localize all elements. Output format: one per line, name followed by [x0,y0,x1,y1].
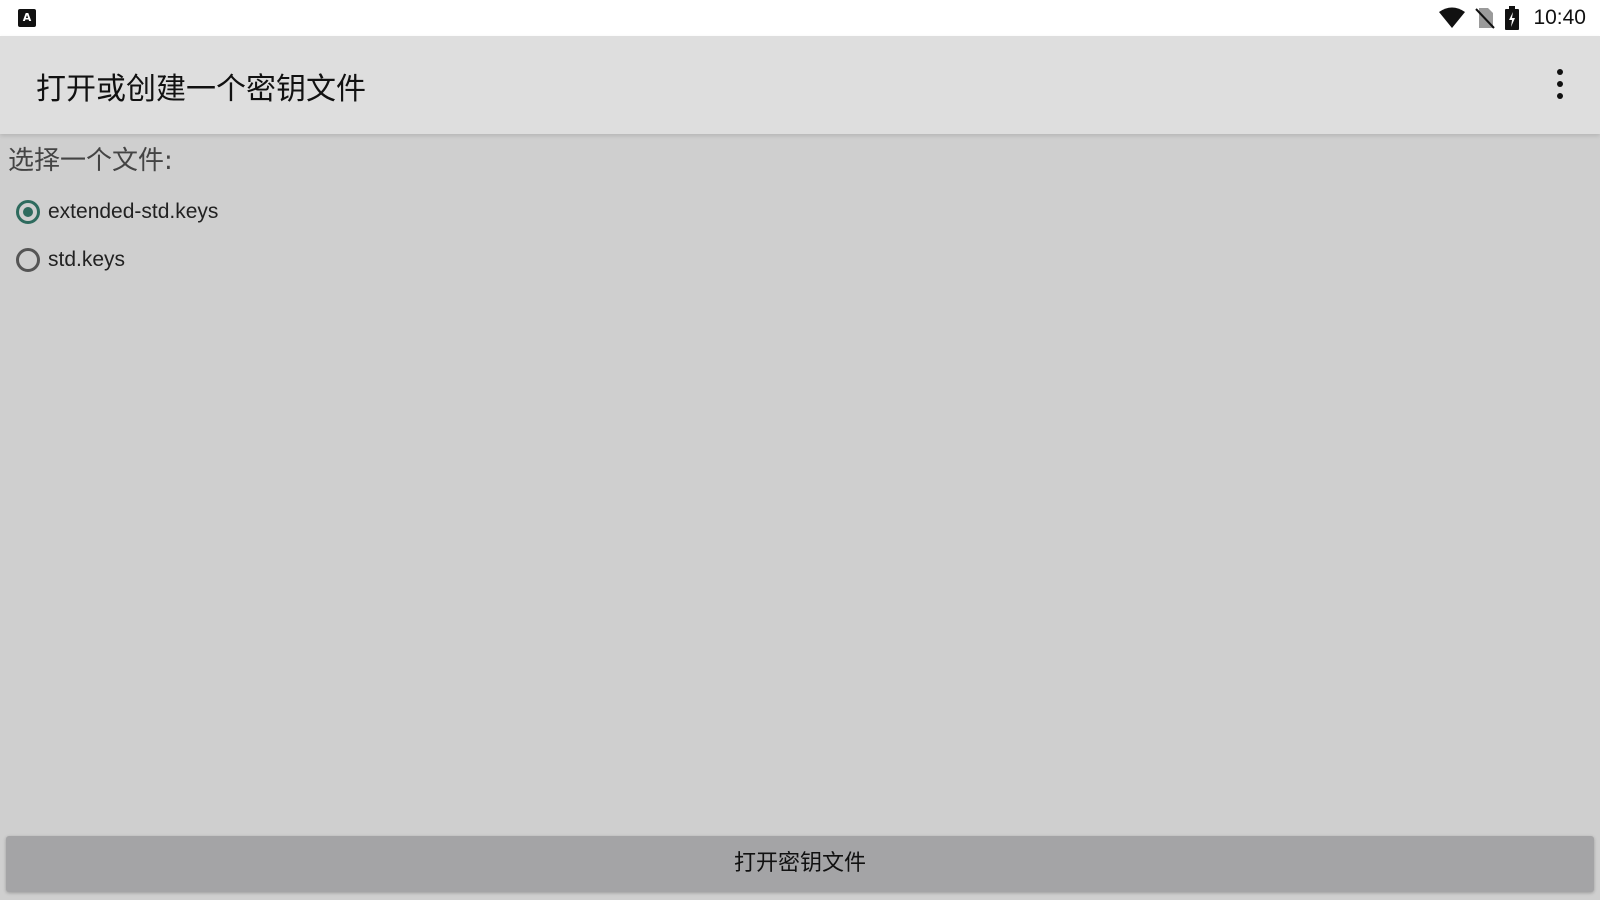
status-clock: 10:40 [1533,6,1586,29]
radio-button-checked[interactable] [16,200,40,224]
battery-charging-icon [1505,6,1520,30]
radio-option-std-keys[interactable]: std.keys [16,242,125,278]
more-vert-icon[interactable] [1548,64,1572,104]
page-title: 打开或创建一个密钥文件 [36,72,366,107]
radio-button-unchecked[interactable] [16,248,40,272]
radio-label: extended-std.keys [48,200,219,223]
open-key-file-button[interactable]: 打开密钥文件 [6,836,1594,892]
status-bar: A 10:40 [0,0,1600,36]
file-chooser: 选择一个文件: extended-std.keys std.keys [0,134,1600,834]
no-sim-icon [1475,8,1496,29]
wifi-icon [1439,7,1466,28]
accessibility-a-icon: A [18,9,36,27]
app-bar: 打开或创建一个密钥文件 [0,36,1600,134]
choose-file-prompt: 选择一个文件: [8,146,173,176]
status-icons: 10:40 [1439,0,1586,36]
radio-label: std.keys [48,248,126,271]
radio-option-extended-std-keys[interactable]: extended-std.keys [16,194,218,230]
